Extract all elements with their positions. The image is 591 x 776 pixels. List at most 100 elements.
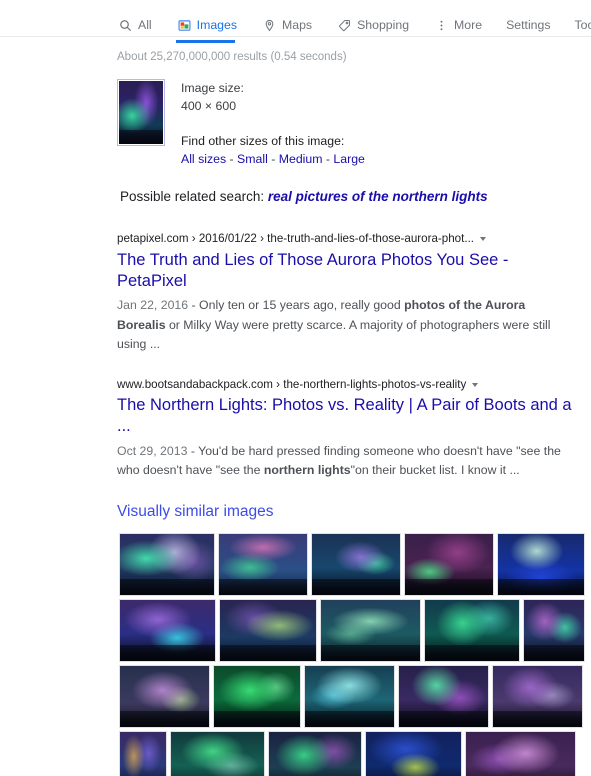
aurora-image: [120, 533, 214, 595]
size-sep-2: -: [267, 152, 279, 167]
other-sizes-label: Find other sizes of this image:: [181, 133, 345, 148]
aurora-image: [405, 533, 493, 595]
search-results-page: All Images Maps Shopping More Settings T…: [0, 0, 591, 776]
aurora-thumb-19[interactable]: [365, 730, 462, 776]
tab-images-label: Images: [196, 18, 237, 32]
aurora-image: [312, 533, 400, 595]
result-snippet-1: Jan 22, 2016 - Only ten or 15 years ago,…: [117, 296, 572, 354]
aurora-thumb-20[interactable]: [465, 730, 576, 776]
aurora-image: [493, 665, 582, 727]
source-image-thumbnail[interactable]: [117, 79, 165, 146]
tools-button[interactable]: Tools: [575, 18, 591, 32]
tab-all[interactable]: All: [117, 18, 162, 42]
tab-images[interactable]: Images: [175, 18, 247, 43]
aurora-thumb-10[interactable]: [523, 598, 585, 662]
tab-shopping-label: Shopping: [357, 18, 410, 32]
size-link-small[interactable]: Small: [237, 152, 268, 166]
aurora-image: [425, 599, 519, 661]
aurora-image: [120, 599, 215, 661]
tab-all-label: All: [138, 18, 152, 32]
aurora-image: [120, 731, 166, 776]
size-links: All sizes - Small - Medium - Large: [181, 151, 365, 169]
result-url-2[interactable]: www.bootsandabackpack.com › the-northern…: [117, 377, 579, 393]
image-grid-row: [119, 532, 585, 596]
result-url-1[interactable]: petapixel.com › 2016/01/22 › the-truth-a…: [117, 231, 579, 247]
aurora-image: [219, 533, 307, 595]
aurora-thumb-6[interactable]: [119, 598, 216, 662]
image-grid-row: [119, 730, 579, 776]
aurora-image: [498, 533, 584, 595]
result-date-1: Jan 22, 2016: [117, 298, 189, 313]
tab-maps[interactable]: Maps: [261, 18, 322, 42]
size-sep-1: -: [226, 152, 238, 167]
tab-shopping[interactable]: Shopping: [336, 18, 419, 42]
size-link-all[interactable]: All sizes: [181, 152, 226, 166]
vertical-dots-icon: [435, 19, 448, 32]
visually-similar-grid: [0, 532, 591, 776]
aurora-thumb-16[interactable]: [119, 730, 167, 776]
aurora-image: [220, 599, 316, 661]
image-info-text: Image size: 400 × 600 Find other sizes o…: [181, 79, 365, 169]
aurora-thumb-18[interactable]: [268, 730, 362, 776]
snippet-part-1-2: or Milky Way were pretty scarce. A major…: [117, 317, 551, 352]
size-sep-3: -: [322, 152, 334, 167]
aurora-thumb-2[interactable]: [218, 532, 308, 596]
aurora-thumb-4[interactable]: [404, 532, 494, 596]
tab-more[interactable]: More: [433, 18, 492, 42]
aurora-thumb-9[interactable]: [424, 598, 520, 662]
chevron-down-icon[interactable]: [472, 382, 479, 387]
active-tab-indicator: [175, 40, 235, 43]
thumbnail-image: [119, 81, 163, 144]
aurora-thumb-1[interactable]: [119, 532, 215, 596]
aurora-image: [399, 665, 488, 727]
aurora-thumb-8[interactable]: [320, 598, 421, 662]
nav-right-actions: Settings Tools: [506, 18, 591, 32]
aurora-thumb-11[interactable]: [119, 664, 210, 728]
aurora-image: [305, 665, 394, 727]
aurora-thumb-17[interactable]: [170, 730, 265, 776]
result-url-text-1: petapixel.com › 2016/01/22 › the-truth-a…: [117, 232, 475, 246]
aurora-thumb-5[interactable]: [497, 532, 585, 596]
size-link-medium[interactable]: Medium: [279, 152, 323, 166]
aurora-image: [321, 599, 420, 661]
aurora-image: [120, 665, 209, 727]
related-search-query[interactable]: real pictures of the northern lights: [268, 189, 488, 204]
image-info-block: Image size: 400 × 600 Find other sizes o…: [0, 63, 591, 169]
snippet-part-1-0: - Only ten or 15 years ago, really good: [188, 298, 405, 313]
size-link-large[interactable]: Large: [333, 152, 364, 166]
aurora-thumb-14[interactable]: [398, 664, 489, 728]
search-icon: [119, 19, 132, 32]
nav-tabs: All Images Maps Shopping More Settings T…: [0, 18, 591, 43]
snippet-part-2-1: northern lights: [263, 463, 351, 478]
result-date-2: Oct 29, 2013: [117, 443, 188, 458]
result-title-2[interactable]: The Northern Lights: Photos vs. Reality …: [117, 395, 579, 438]
map-pin-icon: [263, 19, 276, 32]
result-snippet-2: Oct 29, 2013 - You'd be hard pressed fin…: [117, 442, 572, 481]
visually-similar-heading[interactable]: Visually similar images: [0, 503, 591, 521]
search-results-list: petapixel.com › 2016/01/22 › the-truth-a…: [0, 231, 591, 480]
result-title-1[interactable]: The Truth and Lies of Those Aurora Photo…: [117, 250, 579, 293]
tab-more-label: More: [454, 18, 483, 32]
tab-maps-label: Maps: [282, 18, 313, 32]
aurora-thumb-3[interactable]: [311, 532, 401, 596]
aurora-image: [171, 731, 264, 776]
aurora-image: [214, 665, 300, 727]
search-nav-bar: All Images Maps Shopping More Settings T…: [0, 0, 591, 43]
aurora-thumb-13[interactable]: [304, 664, 395, 728]
settings-button[interactable]: Settings: [506, 18, 550, 32]
aurora-image: [466, 731, 575, 776]
chevron-down-icon[interactable]: [480, 237, 487, 242]
aurora-image: [366, 731, 461, 776]
image-size-label: Image size:: [181, 81, 244, 95]
aurora-thumb-12[interactable]: [213, 664, 301, 728]
aurora-thumb-7[interactable]: [219, 598, 317, 662]
snippet-part-2-2: "on their bucket list. I know it ...: [350, 463, 520, 478]
aurora-image: [524, 599, 584, 661]
image-icon: [178, 19, 191, 32]
search-result-2: www.bootsandabackpack.com › the-northern…: [117, 377, 579, 481]
search-result-1: petapixel.com › 2016/01/22 › the-truth-a…: [117, 231, 579, 354]
price-tag-icon: [338, 19, 351, 32]
aurora-thumb-15[interactable]: [492, 664, 583, 728]
image-size-value: 400 × 600: [181, 98, 237, 113]
image-grid-row: [119, 664, 583, 728]
